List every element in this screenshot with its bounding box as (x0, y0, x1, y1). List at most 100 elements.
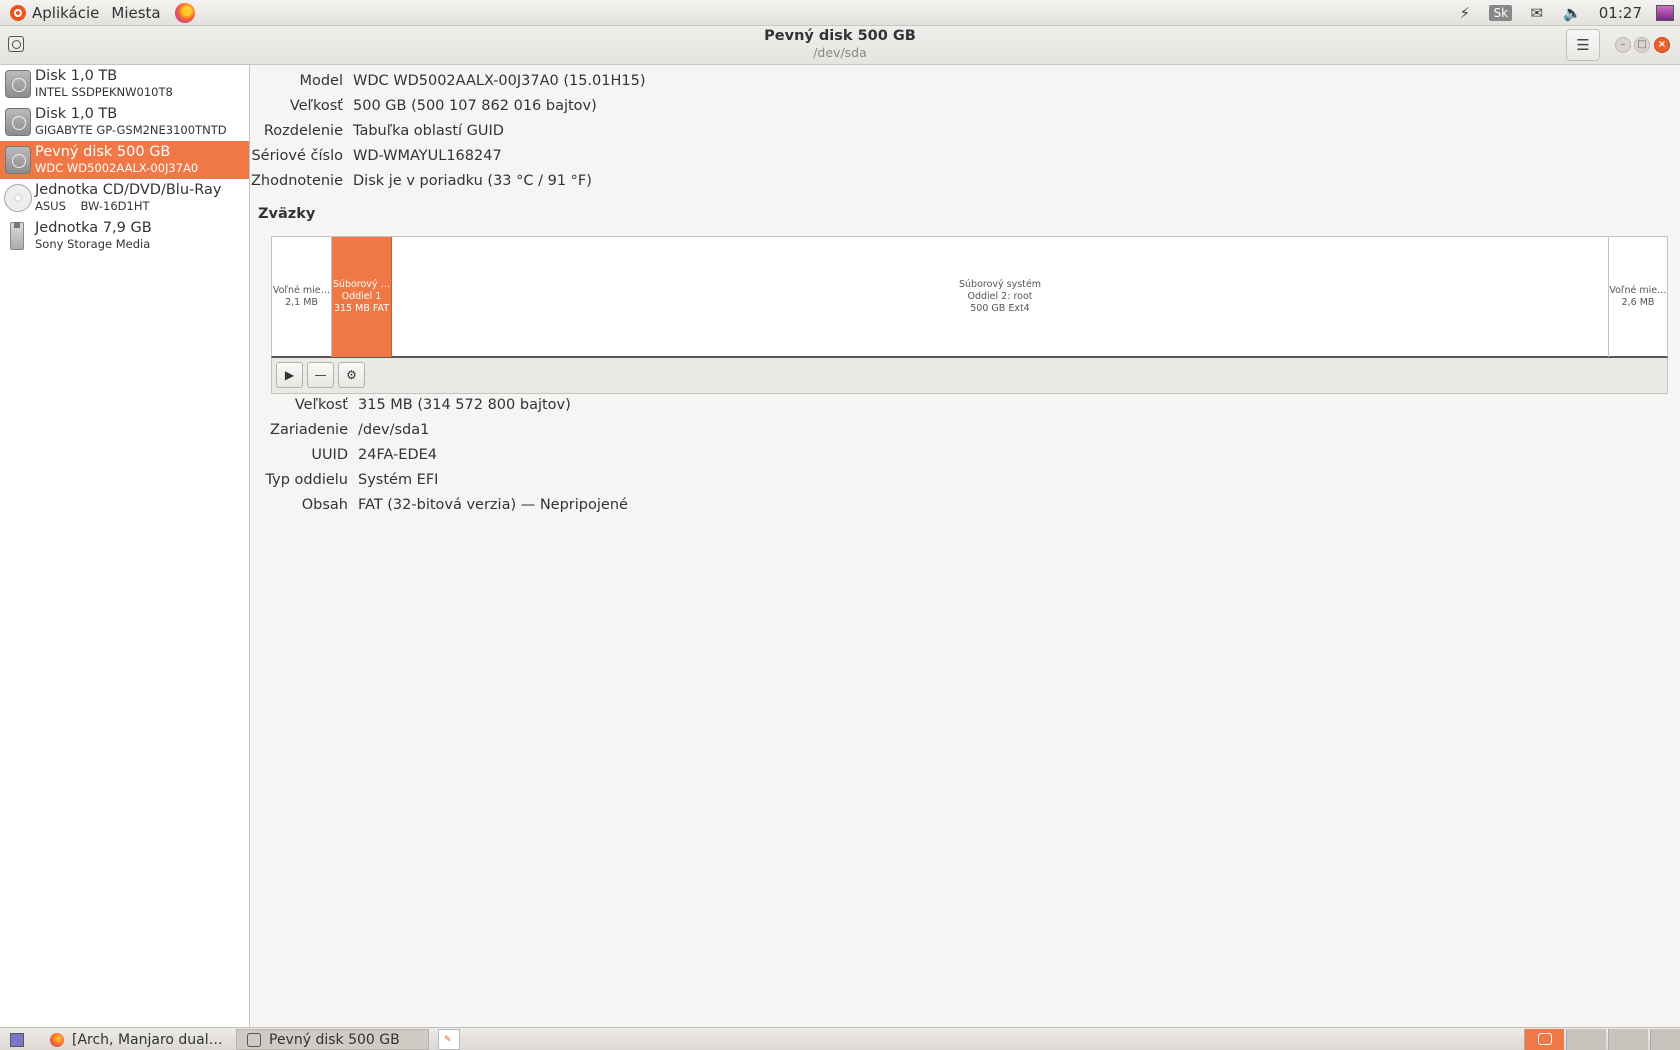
hard-disk-icon (5, 108, 31, 136)
volume-label: Voľné mie… (1609, 285, 1667, 296)
device-name: Disk 1,0 TB (35, 68, 118, 84)
partition-info-row: Veľkosť 315 MB (314 572 800 bajtov) (261, 397, 571, 413)
drive-info-row: Rozdelenie Tabuľka oblastí GUID (251, 123, 504, 139)
disks-app-icon (247, 1032, 261, 1047)
drive-info-label: Model (299, 73, 343, 89)
drive-info-row: Model WDC WD5002AALX-00J37A0 (15.01H15) (251, 73, 646, 89)
workspace-2[interactable] (1566, 1029, 1606, 1050)
workspace-3[interactable] (1608, 1029, 1648, 1050)
places-menu[interactable]: Miesta (105, 0, 166, 26)
volume-partition-1[interactable]: Súborový … Oddiel 1 315 MB FAT (332, 237, 392, 357)
drive-info-value[interactable]: 500 GB (500 107 862 016 bajtov) (353, 98, 597, 114)
applications-menu-label: Aplikácie (32, 3, 100, 22)
show-desktop-button[interactable] (4, 1029, 34, 1050)
volume-size: 2,1 MB (285, 297, 318, 308)
drive-info-row: Veľkosť 500 GB (500 107 862 016 bajtov) (251, 98, 597, 114)
taskbar-item-label: [Arch, Manjaro dual… (72, 1031, 223, 1048)
device-name: Disk 1,0 TB (35, 106, 118, 122)
hamburger-menu-icon: ☰ (1576, 36, 1590, 54)
partition-info-value[interactable]: /dev/sda1 (358, 422, 429, 438)
close-button[interactable]: × (1654, 37, 1670, 53)
drive-info-value[interactable]: WDC WD5002AALX-00J37A0 (15.01H15) (353, 73, 646, 89)
usb-drive-icon (10, 222, 24, 250)
device-name: Jednotka 7,9 GB (35, 220, 152, 236)
device-name: Jednotka CD/DVD/Blu-Ray (35, 182, 222, 198)
partition-info-value[interactable]: FAT (32-bitová verzia) — Nepripojené (358, 497, 628, 513)
drive-info-value[interactable]: Disk je v poriadku (33 °C / 91 °F) (353, 173, 592, 189)
volume-icon[interactable]: 🔈 (1555, 0, 1591, 26)
window-subtitle: /dev/sda (813, 45, 867, 60)
volume-partition-name: Oddiel 1 (341, 291, 382, 302)
partition-info-label: UUID (311, 447, 348, 463)
maximize-button[interactable]: □ (1634, 37, 1650, 53)
drive-menu-button[interactable]: ☰ (1566, 29, 1600, 61)
drive-info-label: Rozdelenie (263, 123, 343, 139)
volume-label: Súborový … (332, 279, 391, 290)
hard-disk-icon (5, 70, 31, 98)
clock[interactable]: 01:27 (1591, 4, 1650, 22)
keyboard-layout-label: Sk (1489, 5, 1513, 21)
mount-button[interactable]: ▶ (276, 362, 303, 388)
device-model: ASUS BW-16D1HT (35, 199, 150, 213)
system-tray: ⚡ Sk ✉ 🔈 01:27 (1447, 0, 1680, 26)
device-item[interactable]: Disk 1,0 TB INTEL SSDPEKNW010T8 (0, 65, 249, 103)
volume-partition-2[interactable]: Súborový systém Oddiel 2: root 500 GB Ex… (392, 237, 1609, 357)
device-model: WDC WD5002AALX-00J37A0 (35, 161, 199, 175)
partition-info-row: Typ oddielu Systém EFI (261, 472, 439, 488)
workspace-4[interactable] (1650, 1029, 1680, 1050)
taskbar-item-disks[interactable]: Pevný disk 500 GB (236, 1029, 429, 1050)
device-model: GIGABYTE GP-GSM2NE3100TNTD (35, 123, 227, 137)
network-icon[interactable]: ⚡ (1447, 0, 1483, 26)
volume-label: Voľné mie… (272, 285, 331, 296)
taskbar-item-document[interactable]: ✎ (438, 1029, 460, 1050)
device-model: INTEL SSDPEKNW010T8 (35, 85, 173, 99)
drive-info-label: Veľkosť (289, 98, 343, 114)
volume-free-space[interactable]: Voľné mie… 2,6 MB (1609, 237, 1667, 357)
display-icon[interactable] (1656, 5, 1674, 21)
play-icon: ▶ (284, 368, 295, 382)
drive-info-row: Zhodnotenie Disk je v poriadku (33 °C / 9… (251, 173, 592, 189)
device-list: Disk 1,0 TB INTEL SSDPEKNW010T8 Disk 1,0… (0, 65, 250, 1027)
gear-icon: ⚙ (346, 368, 357, 382)
drive-info-label: Sériové číslo (251, 148, 343, 164)
volume-label: Súborový systém (958, 279, 1041, 290)
delete-partition-button[interactable]: — (307, 362, 334, 388)
places-menu-label: Miesta (111, 3, 161, 22)
taskbar-item-firefox[interactable]: [Arch, Manjaro dual… (40, 1029, 230, 1050)
device-name: Pevný disk 500 GB (35, 144, 171, 160)
volume-map: Voľné mie… 2,1 MB Súborový … Oddiel 1 31… (271, 236, 1668, 358)
volume-size: 315 MB FAT (333, 303, 390, 314)
keyboard-layout-indicator[interactable]: Sk (1483, 0, 1519, 26)
drive-info-value[interactable]: WD-WMAYUL168247 (353, 148, 502, 164)
window-title: Pevný disk 500 GB (764, 28, 916, 44)
partition-settings-button[interactable]: ⚙ (338, 362, 365, 388)
partition-info-label: Veľkosť (294, 397, 348, 413)
minimize-button[interactable]: – (1615, 37, 1631, 53)
device-item[interactable]: Disk 1,0 TB GIGABYTE GP-GSM2NE3100TNTD (0, 103, 249, 141)
mail-icon[interactable]: ✉ (1519, 0, 1555, 26)
volume-size: 500 GB Ext4 (970, 303, 1030, 314)
volume-toolbar: ▶ — ⚙ (271, 358, 1668, 394)
firefox-launcher-icon[interactable] (174, 2, 195, 23)
device-item-selected[interactable]: Pevný disk 500 GB WDC WD5002AALX-00J37A0 (0, 141, 249, 179)
workspace-1[interactable] (1524, 1029, 1564, 1050)
applications-menu[interactable]: Aplikácie (0, 0, 105, 26)
minus-icon: — (314, 368, 327, 382)
drive-info-value[interactable]: Tabuľka oblastí GUID (353, 123, 504, 139)
partition-info-label: Zariadenie (270, 422, 348, 438)
document-icon: ✎ (444, 1034, 452, 1045)
partition-info-value[interactable]: 24FA-EDE4 (358, 447, 437, 463)
desktop-icon (10, 1032, 24, 1047)
device-item[interactable]: Jednotka CD/DVD/Blu-Ray ASUS BW-16D1HT (0, 179, 249, 217)
volume-free-space[interactable]: Voľné mie… 2,1 MB (272, 237, 332, 357)
partition-info-value[interactable]: 315 MB (314 572 800 bajtov) (358, 397, 571, 413)
device-item[interactable]: Jednotka 7,9 GB Sony Storage Media (0, 217, 249, 255)
volumes-heading: Zväzky (258, 206, 316, 222)
partition-info-value[interactable]: Systém EFI (358, 472, 438, 488)
partition-info-row: UUID 24FA-EDE4 (261, 447, 437, 463)
volume-size: 2,6 MB (1621, 297, 1655, 308)
partition-info-label: Obsah (301, 497, 348, 513)
volume-partition-name: Oddiel 2: root (967, 291, 1033, 302)
hard-disk-icon (5, 146, 31, 174)
optical-drive-icon (4, 184, 32, 212)
